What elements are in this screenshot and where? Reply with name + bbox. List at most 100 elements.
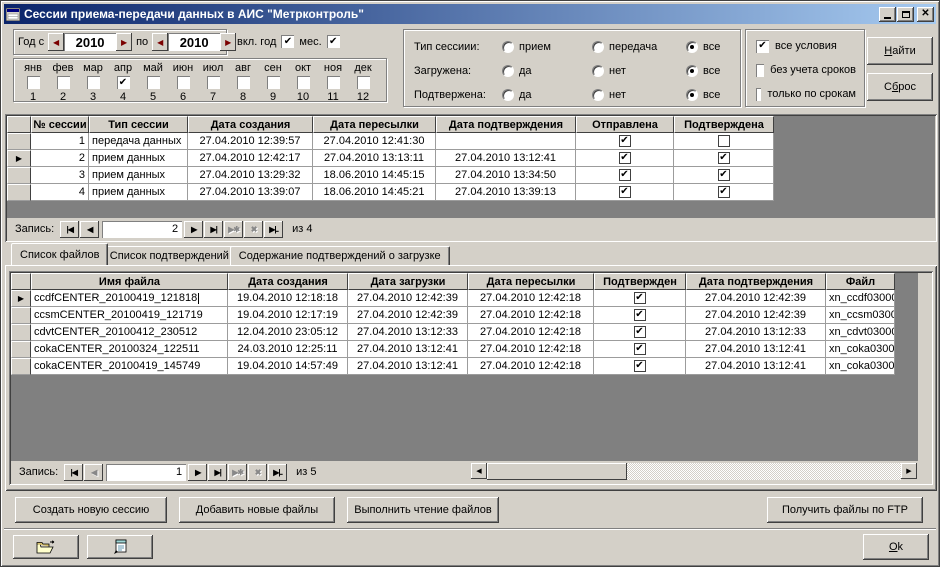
scrollbar-thumb[interactable]	[487, 463, 627, 480]
month-checkbox-5[interactable]	[147, 76, 160, 89]
row-selector[interactable]	[11, 341, 31, 358]
cell-checkbox[interactable]: ✔	[576, 150, 674, 167]
get-files-ftp-button[interactable]: Получить файлы по FTP	[767, 497, 923, 523]
month-checkbox-9[interactable]	[267, 76, 280, 89]
close-button[interactable]: ✕	[917, 7, 934, 22]
nav-next-button[interactable]: ▶	[188, 464, 207, 481]
checkbox-icon[interactable]: ✔	[634, 326, 646, 338]
condition-checkbox-1[interactable]	[756, 64, 764, 77]
year-from-up-button[interactable]: ▶	[116, 33, 132, 51]
radio-option[interactable]: все	[686, 89, 720, 101]
checkbox-icon[interactable]	[718, 135, 730, 147]
column-header[interactable]: Дата пересылки	[468, 273, 594, 290]
checkbox-icon[interactable]: ✔	[718, 169, 730, 181]
cell-checkbox[interactable]: ✔	[576, 133, 674, 150]
cell-checkbox[interactable]: ✔	[594, 290, 686, 307]
row-selector[interactable]	[7, 167, 31, 184]
horizontal-scrollbar[interactable]: ◀▶	[471, 463, 917, 480]
radio-option[interactable]: нет	[592, 89, 626, 101]
minimize-button[interactable]	[879, 7, 896, 22]
scrollbar-track[interactable]	[627, 463, 901, 480]
scroll-left-button[interactable]: ◀	[471, 463, 487, 479]
add-files-button[interactable]: Добавить новые файлы	[179, 497, 335, 523]
vertical-scrollbar[interactable]	[917, 273, 931, 461]
row-selector[interactable]	[11, 324, 31, 341]
table-row[interactable]: cokaCENTER_20100419_14574919.04.2010 14:…	[11, 358, 895, 375]
radio-option[interactable]: прием	[502, 41, 551, 53]
tab-1[interactable]: Список подтверждений	[101, 246, 238, 265]
column-header[interactable]: Дата создания	[188, 116, 313, 133]
cell-checkbox[interactable]: ✔	[576, 184, 674, 201]
radio-option[interactable]: все	[686, 65, 720, 77]
month-checkbox-1[interactable]	[27, 76, 40, 89]
cell-checkbox[interactable]: ✔	[576, 167, 674, 184]
radio-option[interactable]: передача	[592, 41, 657, 53]
condition-checkbox-2[interactable]	[756, 88, 761, 101]
ok-button[interactable]: Ok	[863, 534, 929, 560]
nav-first-button[interactable]: |◀	[60, 221, 79, 238]
table-row[interactable]: 1передача данных27.04.2010 12:39:5727.04…	[7, 133, 774, 150]
cell-checkbox[interactable]: ✔	[594, 324, 686, 341]
radio-option[interactable]: да	[502, 65, 532, 77]
record-number-input[interactable]: 2	[102, 221, 182, 238]
checkbox-icon[interactable]: ✔	[718, 152, 730, 164]
checkbox-icon[interactable]: ✔	[619, 186, 631, 198]
nav-last-button[interactable]: ▶|	[204, 221, 223, 238]
column-header[interactable]: Имя файла	[31, 273, 228, 290]
checkbox-icon[interactable]: ✔	[634, 309, 646, 321]
nav-first-button[interactable]: |◀	[64, 464, 83, 481]
find-button[interactable]: Найти	[867, 37, 933, 65]
condition-row-1[interactable]: без учета сроков	[756, 63, 856, 77]
month-checkbox-10[interactable]	[297, 76, 310, 89]
condition-row-0[interactable]: ✔все условия	[756, 39, 856, 53]
month-checkbox-7[interactable]	[207, 76, 220, 89]
create-session-button[interactable]: Создать новую сессию	[15, 497, 167, 523]
column-header[interactable]: Дата подтверждения	[436, 116, 576, 133]
radio-option[interactable]: нет	[592, 65, 626, 77]
row-selector[interactable]	[7, 184, 31, 201]
column-header[interactable]: Подтвержден	[594, 273, 686, 290]
scroll-right-button[interactable]: ▶	[901, 463, 917, 479]
column-header[interactable]: Подтверждена	[674, 116, 774, 133]
year-to-down-button[interactable]: ◀	[152, 33, 168, 51]
nav-last-button[interactable]: ▶|	[208, 464, 227, 481]
row-selector[interactable]	[7, 133, 31, 150]
checkbox-icon[interactable]: ✔	[619, 152, 631, 164]
column-header[interactable]: Дата подтверждения	[686, 273, 826, 290]
row-selector[interactable]	[11, 358, 31, 375]
checkbox-icon[interactable]: ✔	[634, 343, 646, 355]
table-row[interactable]: 3прием данных27.04.2010 13:29:3218.06.20…	[7, 167, 774, 184]
read-files-button[interactable]: Выполнить чтение файлов	[347, 497, 499, 523]
row-selector[interactable]	[11, 307, 31, 324]
incl-year-checkbox[interactable]: ✔	[281, 35, 294, 48]
table-row[interactable]: ▶2прием данных27.04.2010 12:42:1727.04.2…	[7, 150, 774, 167]
incl-month-checkbox[interactable]: ✔	[327, 35, 340, 48]
cell-checkbox[interactable]: ✔	[594, 358, 686, 375]
column-header[interactable]: Дата пересылки	[313, 116, 436, 133]
open-folder-button[interactable]	[13, 535, 79, 559]
maximize-button[interactable]	[897, 7, 914, 22]
nav-next-button[interactable]: ▶	[184, 221, 203, 238]
tab-2[interactable]: Содержание подтверждений о загрузке	[230, 246, 450, 265]
column-header[interactable]: Отправлена	[576, 116, 674, 133]
row-selector[interactable]: ▶	[11, 290, 31, 307]
table-row[interactable]: ▶ccdfCENTER_20100419_12181819.04.2010 12…	[11, 290, 895, 307]
month-checkbox-3[interactable]	[87, 76, 100, 89]
cell-checkbox[interactable]: ✔	[674, 167, 774, 184]
column-header[interactable]: № сессии	[31, 116, 89, 133]
cell-checkbox[interactable]: ✔	[674, 184, 774, 201]
nav-goto-end-button[interactable]: ▶|..	[268, 464, 287, 481]
cell-checkbox[interactable]	[674, 133, 774, 150]
cell-checkbox[interactable]: ✔	[674, 150, 774, 167]
month-checkbox-6[interactable]	[177, 76, 190, 89]
checkbox-icon[interactable]: ✔	[718, 186, 730, 198]
table-row[interactable]: cdvtCENTER_20100412_23051212.04.2010 23:…	[11, 324, 895, 341]
checkbox-icon[interactable]: ✔	[619, 135, 631, 147]
month-checkbox-4[interactable]: ✔	[117, 76, 130, 89]
report-button[interactable]	[87, 535, 153, 559]
year-to-up-button[interactable]: ▶	[220, 33, 236, 51]
month-checkbox-8[interactable]	[237, 76, 250, 89]
month-checkbox-2[interactable]	[57, 76, 70, 89]
cell-checkbox[interactable]: ✔	[594, 307, 686, 324]
nav-goto-end-button[interactable]: ▶|..	[264, 221, 283, 238]
